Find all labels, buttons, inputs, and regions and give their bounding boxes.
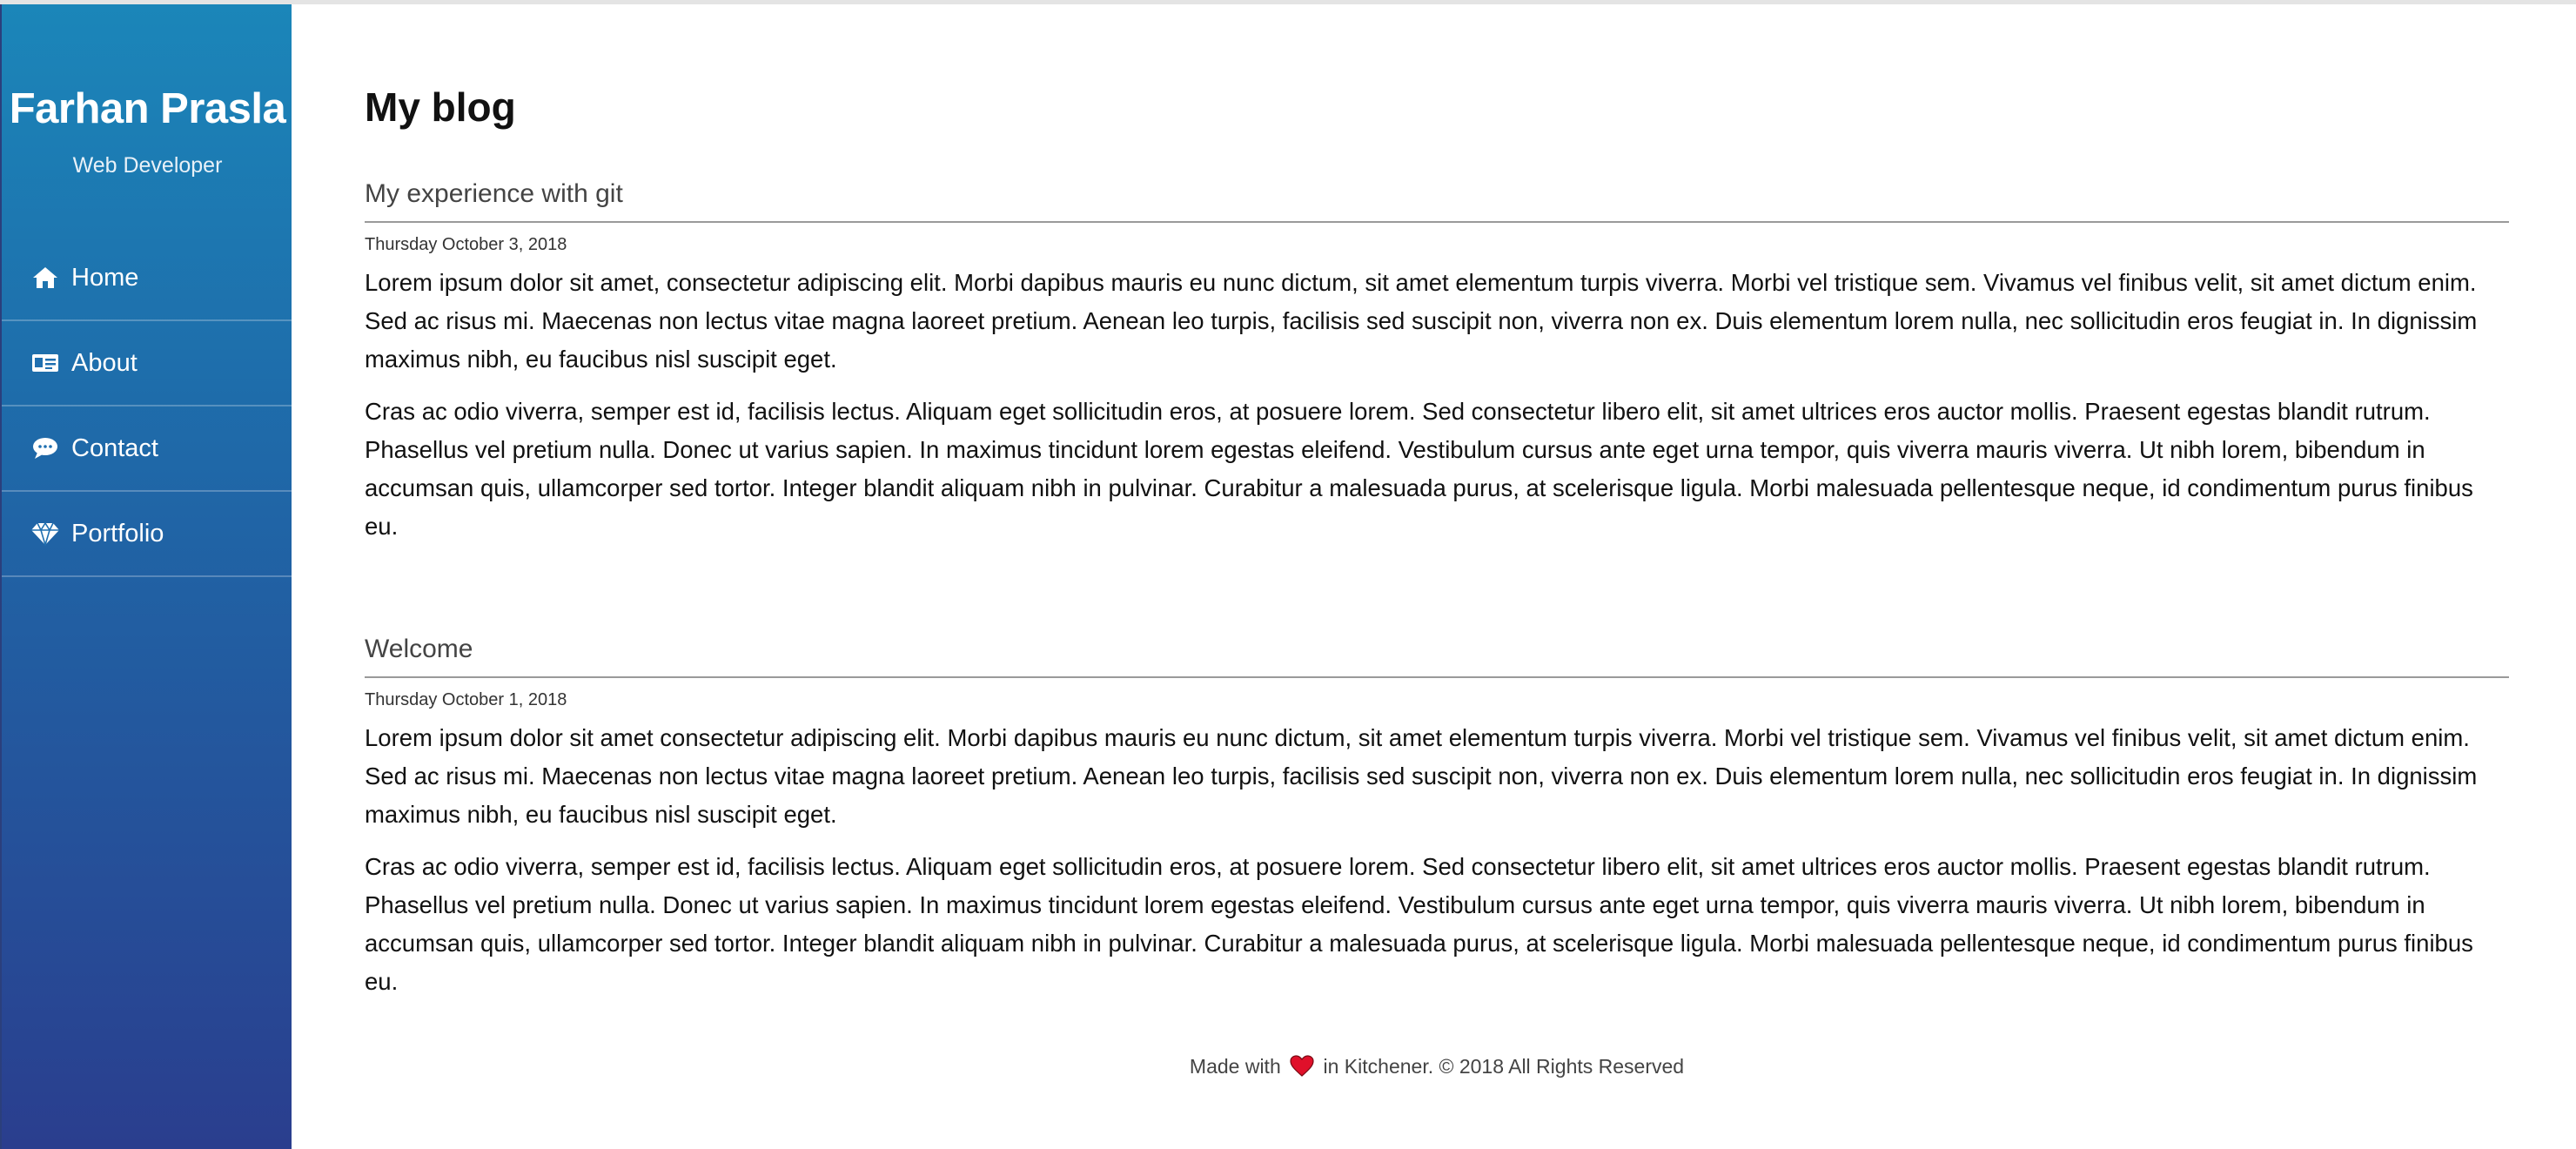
sidebar-item-portfolio[interactable]: Portfolio [2,492,292,577]
site-owner-role: Web Developer [72,153,223,178]
post-date: Thursday October 3, 2018 [365,235,567,254]
page-title: My blog [365,84,516,130]
post-paragraph: Cras ac odio viverra, semper est id, fac… [365,853,2473,995]
sidebar-item-label: Contact [71,433,158,462]
diamond-icon [30,521,61,547]
post-date: Thursday October 1, 2018 [365,690,567,709]
post-paragraph: Cras ac odio viverra, semper est id, fac… [365,398,2473,540]
sidebar-item-label: Portfolio [71,519,164,548]
footer-text-after: in Kitchener. © 2018 All Rights Reserved [1323,1055,1685,1078]
sidebar-item-about[interactable]: About [2,321,292,407]
sidebar-item-contact[interactable]: Contact [2,407,292,492]
post-paragraph: Lorem ipsum dolor sit amet consectetur a… [365,724,2478,828]
id-card-icon [30,350,61,376]
sidebar-item-label: About [71,348,138,377]
blog-post: My experience with git Thursday October … [365,179,2509,546]
home-icon [30,265,61,291]
heart-icon [1290,1055,1314,1082]
sidebar: Farhan Prasla Web Developer Home About C… [0,4,292,1149]
page-footer: Made with in Kitchener. © 2018 All Right… [365,1055,2509,1082]
sidebar-nav: Home About Contact Portfolio [2,236,292,577]
footer-text-before: Made with [1189,1055,1281,1078]
top-rule [0,0,2576,4]
post-title[interactable]: My experience with git [365,179,2509,223]
post-paragraph: Lorem ipsum dolor sit amet, consectetur … [365,269,2478,373]
sidebar-item-home[interactable]: Home [2,236,292,321]
sidebar-item-label: Home [71,263,139,292]
post-title[interactable]: Welcome [365,635,2509,678]
blog-post: Welcome Thursday October 1, 2018 Lorem i… [365,635,2509,1001]
chat-bubble-icon [30,435,61,461]
site-owner-name[interactable]: Farhan Prasla [2,84,292,133]
